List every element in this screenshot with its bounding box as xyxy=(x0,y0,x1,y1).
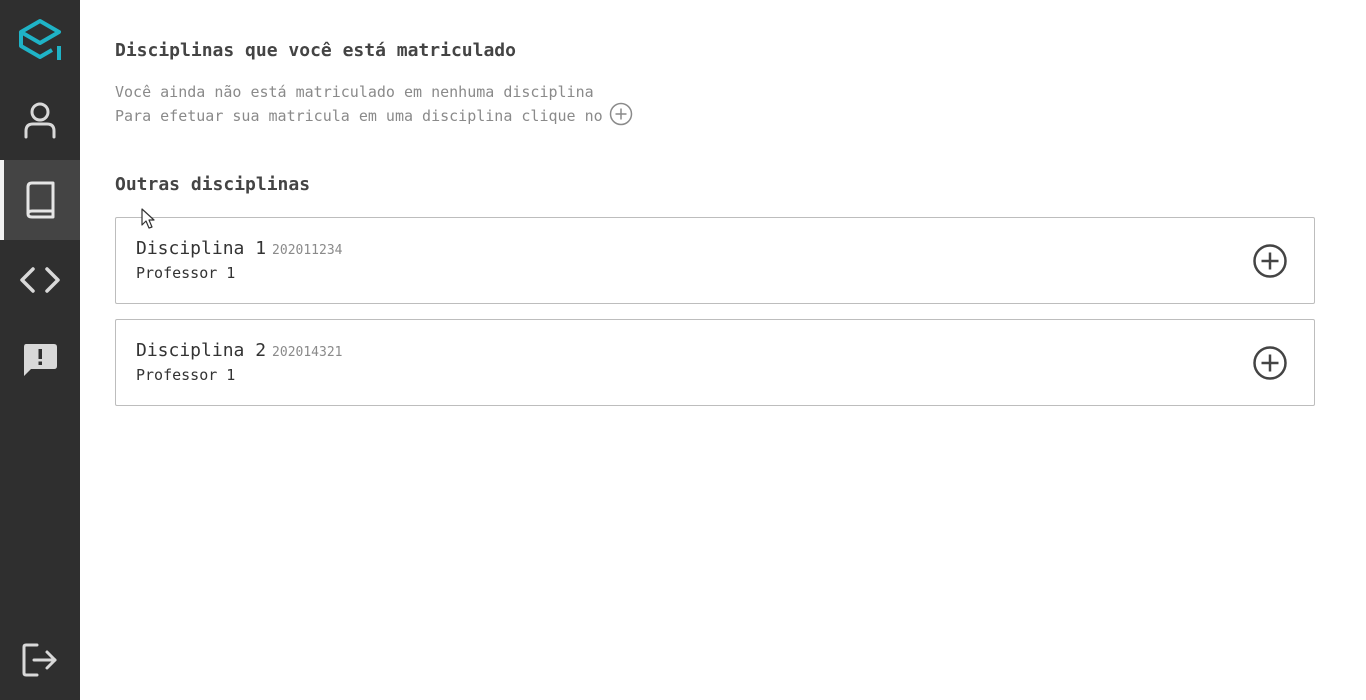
mouse-cursor-icon xyxy=(141,208,155,229)
course-professor: Professor 1 xyxy=(136,366,236,384)
course-card: Disciplina 1 202011234 Professor 1 xyxy=(115,217,1315,304)
course-name-row: Disciplina 1 202011234 xyxy=(136,238,343,259)
course-code: 202011234 xyxy=(272,243,343,258)
course-name: Disciplina 1 xyxy=(136,238,267,259)
logout-button[interactable] xyxy=(0,620,80,700)
sidebar xyxy=(0,0,80,700)
other-subjects-title: Outras disciplinas xyxy=(115,174,311,195)
user-icon xyxy=(24,102,56,139)
graduation-cap-logo-icon xyxy=(19,19,61,60)
course-code: 202014321 xyxy=(272,345,343,360)
enroll-add-icon[interactable] xyxy=(1252,345,1288,381)
empty-message-line-2: Para efetuar sua matricula em uma discip… xyxy=(115,102,633,128)
sidebar-item-feedback[interactable] xyxy=(0,320,80,400)
enrolled-section-title: Disciplinas que você está matriculado xyxy=(115,40,516,61)
code-icon xyxy=(20,267,60,293)
logout-icon xyxy=(22,643,57,677)
course-card: Disciplina 2 202014321 Professor 1 xyxy=(115,319,1315,406)
sidebar-item-user[interactable] xyxy=(0,80,80,160)
empty-message-line-2-text: Para efetuar sua matricula em uma discip… xyxy=(115,107,603,125)
app-logo[interactable] xyxy=(0,0,80,80)
enroll-add-icon[interactable] xyxy=(1252,243,1288,279)
course-name: Disciplina 2 xyxy=(136,340,267,361)
feedback-icon xyxy=(24,344,57,376)
add-circle-icon xyxy=(609,102,632,126)
course-name-row: Disciplina 2 202014321 xyxy=(136,340,343,361)
sidebar-item-code[interactable] xyxy=(0,240,80,320)
empty-message-line-1: Você ainda não está matriculado em nenhu… xyxy=(115,83,594,101)
sidebar-item-subjects[interactable] xyxy=(0,160,80,240)
book-icon xyxy=(26,181,55,219)
course-professor: Professor 1 xyxy=(136,264,236,282)
